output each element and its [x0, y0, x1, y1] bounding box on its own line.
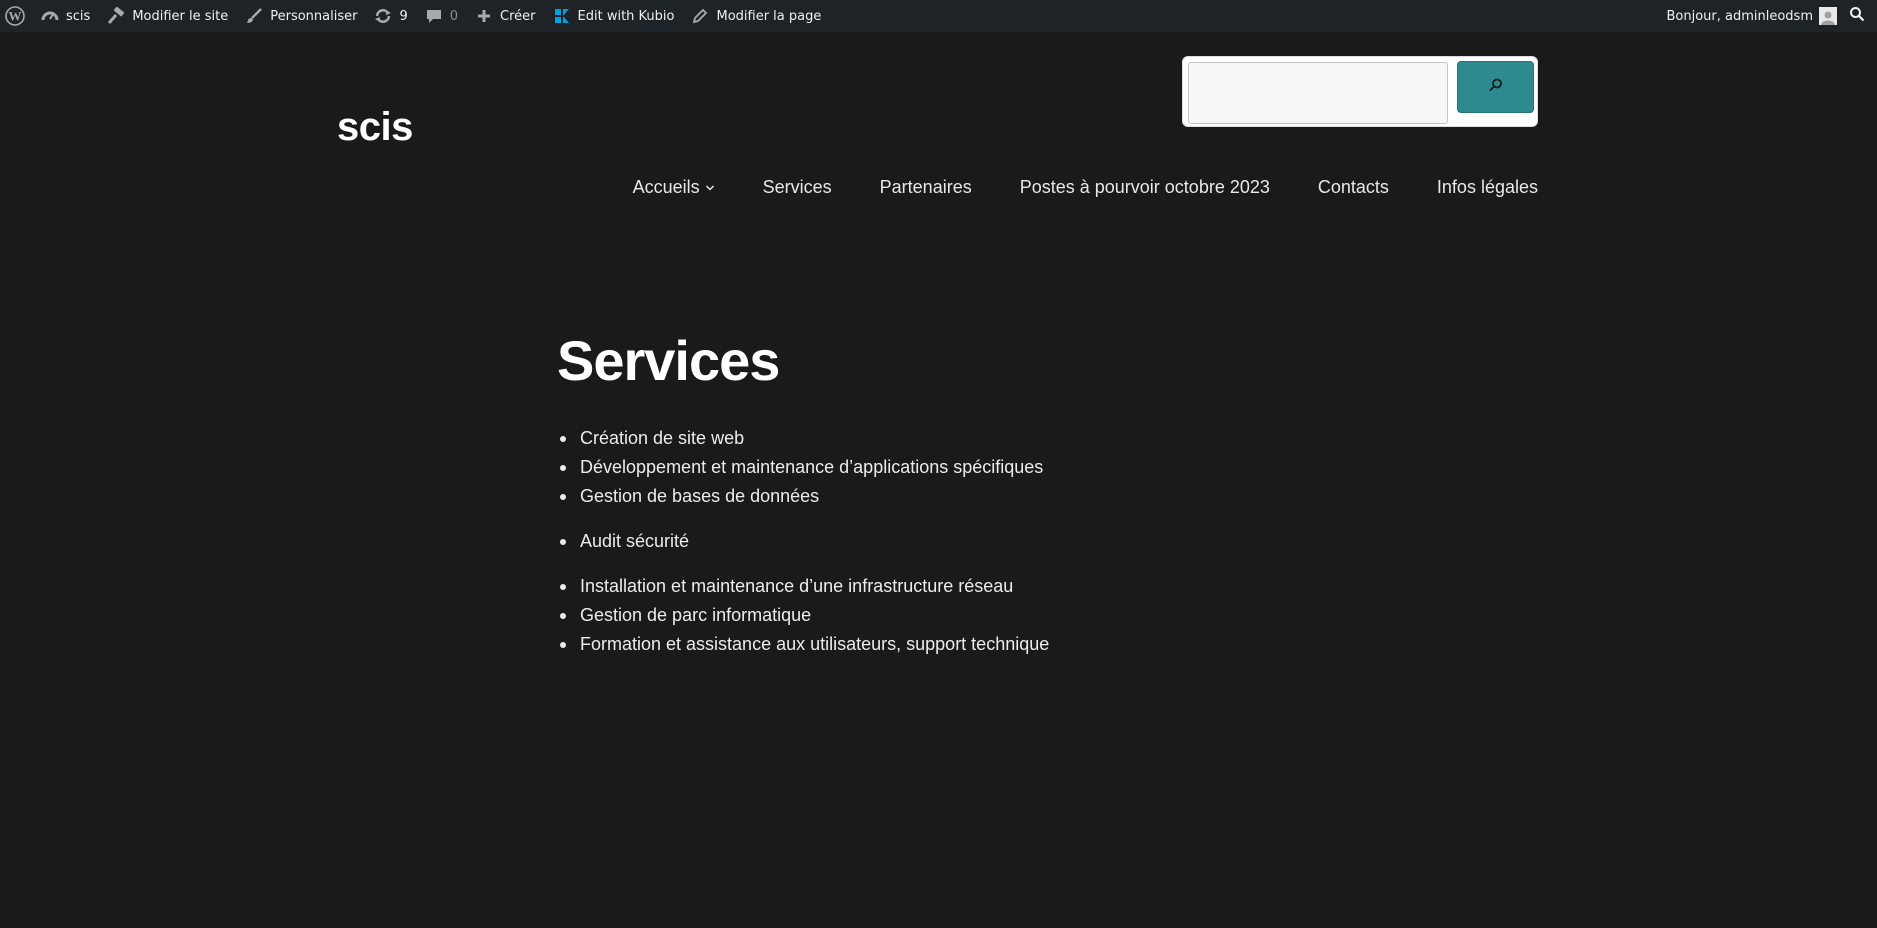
nav-item-label: Partenaires [879, 177, 972, 197]
admin-bar: W scis Modifier le site Personnaliser 9 … [0, 0, 1877, 32]
wordpress-menu[interactable]: W [0, 0, 32, 32]
customize-link[interactable]: Personnaliser [236, 0, 365, 32]
nav-item-infos-legales[interactable]: Infos légales [1437, 177, 1538, 198]
nav-item-label: Infos légales [1436, 177, 1538, 197]
dashboard-icon [40, 6, 60, 26]
search-icon [1488, 77, 1504, 97]
plus-icon [474, 6, 494, 26]
new-content-label: Créer [500, 8, 536, 24]
kubio-label: Edit with Kubio [577, 8, 675, 24]
list-item: Gestion de parc informatique [557, 601, 1049, 630]
list-item: Création de site web [557, 424, 1049, 453]
comments-link[interactable]: 0 [416, 0, 466, 32]
nav-item-contacts[interactable]: Contacts [1318, 177, 1389, 198]
new-content-link[interactable]: Créer [466, 0, 543, 32]
comment-icon [424, 6, 444, 26]
admin-search-button[interactable] [1837, 0, 1877, 32]
brush-icon [244, 6, 264, 26]
search-icon [1849, 6, 1865, 26]
site-name-label: scis [66, 8, 91, 24]
kubio-icon [552, 6, 572, 26]
list-item: Gestion de bases de données [557, 482, 1049, 511]
hammer-icon [106, 6, 126, 26]
site-name-link[interactable]: scis [32, 0, 98, 32]
greeting-label: Bonjour, adminleodsm [1666, 8, 1813, 24]
nav-item-partenaires[interactable]: Partenaires [880, 177, 972, 198]
nav-item-postes[interactable]: Postes à pourvoir octobre 2023 [1020, 177, 1270, 198]
search-button[interactable] [1457, 61, 1534, 113]
customize-label: Personnaliser [270, 8, 358, 24]
site-title[interactable]: scis [337, 105, 413, 150]
list-item: Formation et assistance aux utilisateurs… [557, 630, 1049, 659]
updates-link[interactable]: 9 [365, 0, 415, 32]
chevron-down-icon[interactable] [705, 184, 715, 192]
search-input[interactable] [1188, 62, 1448, 124]
services-list: Création de site web Développement et ma… [557, 424, 1049, 659]
page-title: Services [557, 329, 780, 392]
list-item: Installation et maintenance d’une infras… [557, 572, 1049, 601]
nav-item-label: Postes à pourvoir octobre 2023 [1019, 177, 1270, 197]
kubio-link[interactable]: Edit with Kubio [544, 0, 683, 32]
nav-item-label: Services [762, 177, 832, 197]
nav-item-label: Contacts [1317, 177, 1389, 197]
list-item: Audit sécurité [557, 527, 1049, 556]
wordpress-logo-icon: W [5, 6, 25, 26]
search-form [1182, 56, 1538, 127]
pencil-icon [690, 6, 710, 26]
nav-item-accueils[interactable]: Accueils [633, 177, 715, 198]
edit-page-label: Modifier la page [716, 8, 822, 24]
svg-text:W: W [9, 9, 22, 24]
edit-site-link[interactable]: Modifier le site [98, 0, 236, 32]
nav-item-label: Accueils [632, 177, 700, 197]
edit-site-label: Modifier le site [132, 8, 229, 24]
updates-count: 9 [399, 8, 408, 24]
edit-page-link[interactable]: Modifier la page [682, 0, 829, 32]
main-navigation: Accueils Services Partenaires Postes à p… [633, 177, 1538, 198]
list-item: Développement et maintenance d’applicati… [557, 453, 1049, 482]
nav-item-services[interactable]: Services [763, 177, 832, 198]
avatar [1819, 7, 1837, 25]
update-icon [373, 6, 393, 26]
comments-count: 0 [449, 8, 459, 24]
